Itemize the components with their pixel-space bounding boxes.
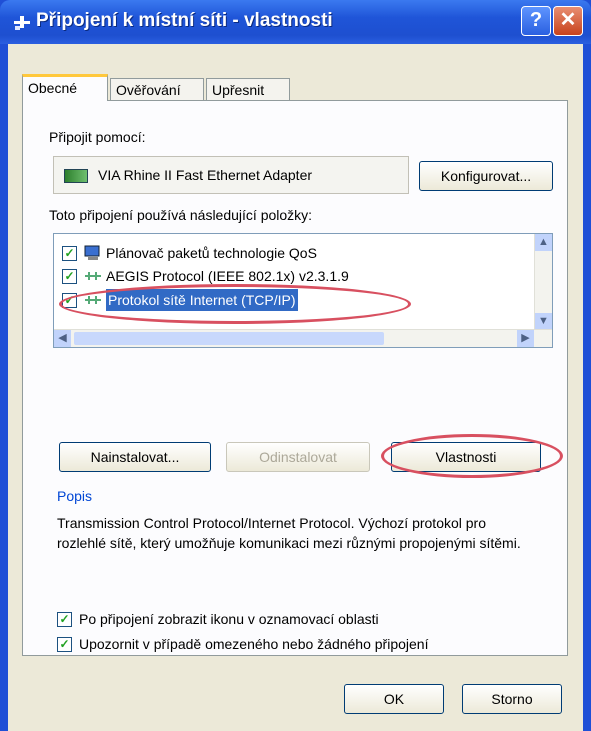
install-button[interactable]: Nainstalovat... xyxy=(59,442,211,472)
ok-button[interactable]: OK xyxy=(344,684,444,714)
uninstall-button-label: Odinstalovat xyxy=(259,449,337,465)
window-title: Připojení k místní síti - vlastnosti xyxy=(36,10,333,31)
qos-scheduler-icon xyxy=(84,245,100,260)
adapter-box: VIA Rhine II Fast Ethernet Adapter xyxy=(53,156,409,194)
scroll-right-icon[interactable]: ▶ xyxy=(517,330,534,347)
list-item-qos[interactable]: ✓ Plánovač paketů technologie QoS xyxy=(60,242,520,264)
ok-button-label: OK xyxy=(383,691,405,707)
tab-authentication[interactable]: Ověřování xyxy=(110,78,204,100)
annotation-circle-tcpip xyxy=(59,284,411,324)
description-text: Transmission Control Protocol/Internet P… xyxy=(57,515,521,551)
tab-general[interactable]: Obecné xyxy=(22,74,108,101)
connect-using-label: Připojit pomocí: xyxy=(49,129,146,145)
scroll-thumb[interactable] xyxy=(74,332,384,345)
scroll-left-icon[interactable]: ◀ xyxy=(54,330,71,347)
cancel-button[interactable]: Storno xyxy=(462,684,562,714)
notify-checkbox[interactable]: ✓ xyxy=(57,637,72,652)
configure-button[interactable]: Konfigurovat... xyxy=(419,161,553,191)
network-protocol-icon xyxy=(85,272,101,280)
uninstall-button[interactable]: Odinstalovat xyxy=(226,442,370,472)
description-title: Popis xyxy=(57,488,93,504)
network-connection-icon xyxy=(14,16,30,30)
checkbox-aegis[interactable]: ✓ xyxy=(62,269,77,284)
help-button[interactable]: ? xyxy=(521,6,551,36)
checkbox-qos[interactable]: ✓ xyxy=(62,246,77,261)
install-button-label: Nainstalovat... xyxy=(90,449,180,465)
horizontal-scrollbar[interactable]: ◀ ▶ xyxy=(54,329,552,347)
close-button[interactable]: ✕ xyxy=(553,6,583,36)
configure-button-label: Konfigurovat... xyxy=(440,168,532,184)
network-adapter-icon xyxy=(64,169,88,183)
annotation-circle-properties xyxy=(381,434,563,478)
show-icon-checkbox[interactable]: ✓ xyxy=(57,612,72,627)
cancel-button-label: Storno xyxy=(491,691,533,707)
list-item-aegis[interactable]: ✓ AEGIS Protocol (IEEE 802.1x) v2.3.1.9 xyxy=(60,265,520,287)
dialog-body: Obecné Ověřování Upřesnit Připojit pomoc… xyxy=(8,44,583,731)
scroll-up-icon[interactable]: ▲ xyxy=(535,234,552,251)
notify-label: Upozornit v případě omezeného nebo žádné… xyxy=(79,636,429,652)
scroll-down-icon[interactable]: ▼ xyxy=(535,313,552,330)
properties-dialog: Připojení k místní síti - vlastnosti ? ✕… xyxy=(0,0,591,731)
item-label: Plánovač paketů technologie QoS xyxy=(106,245,317,261)
vertical-scrollbar[interactable]: ▲ ▼ xyxy=(534,234,552,330)
title-bar[interactable]: Připojení k místní síti - vlastnosti ? ✕ xyxy=(0,0,591,44)
show-icon-label: Po připojení zobrazit ikonu v oznamovací… xyxy=(79,611,379,627)
components-label: Toto připojení používá následující polož… xyxy=(49,207,313,223)
adapter-name: VIA Rhine II Fast Ethernet Adapter xyxy=(98,167,313,183)
general-panel: Připojit pomocí: VIA Rhine II Fast Ether… xyxy=(22,100,568,656)
tab-advanced[interactable]: Upřesnit xyxy=(206,78,290,100)
